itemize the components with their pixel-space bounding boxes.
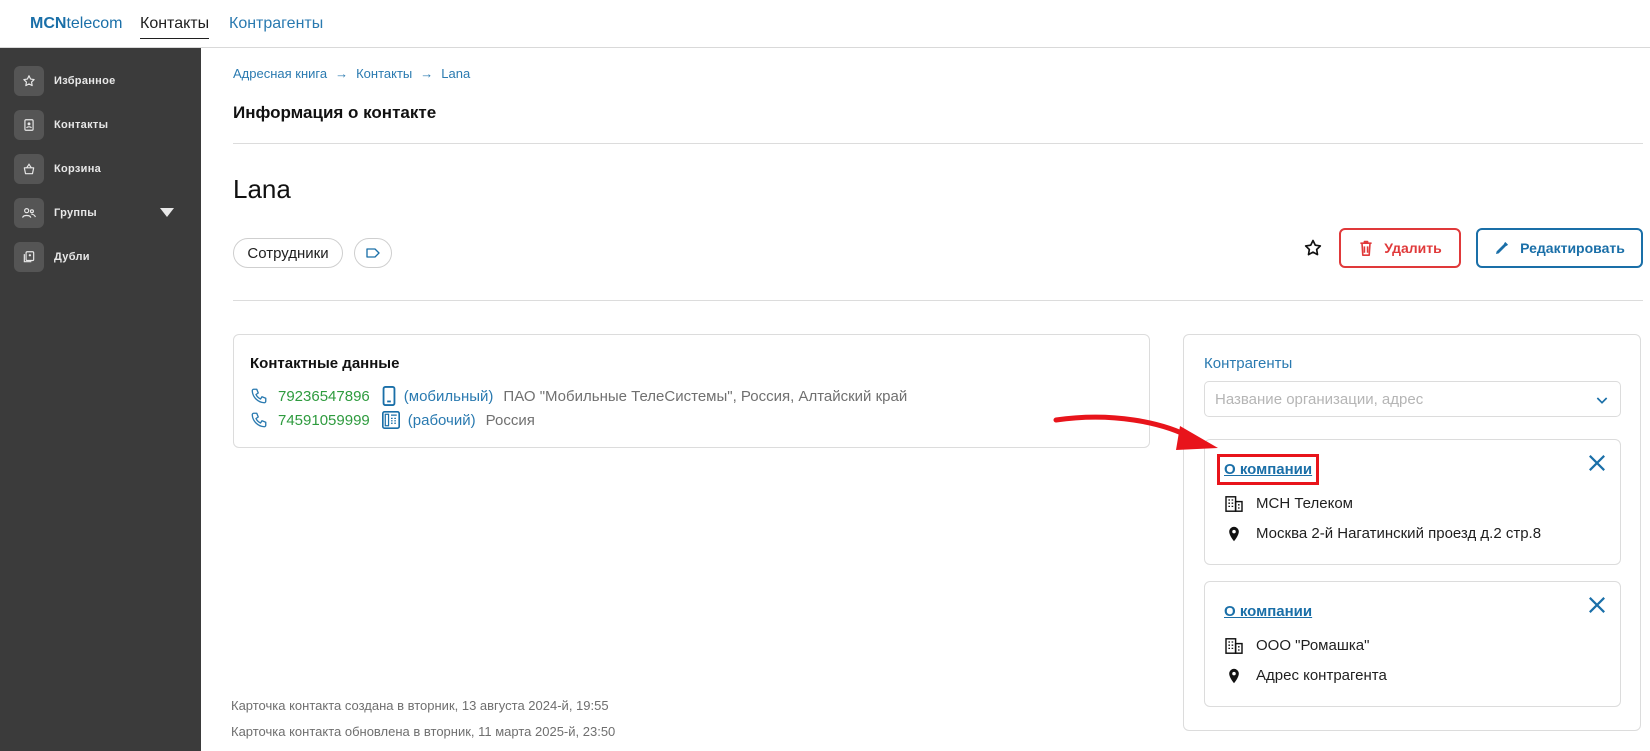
location-pin-icon — [1224, 526, 1244, 542]
divider — [233, 143, 1643, 144]
updated-timestamp: Карточка контакта обновлена в вторник, 1… — [231, 724, 616, 739]
sidebar-item-duplicates[interactable]: Дубли — [14, 242, 194, 272]
group-chip[interactable]: Сотрудники — [233, 238, 343, 268]
counterparty-search-input[interactable] — [1215, 382, 1595, 416]
arrow-right-icon: → — [335, 66, 349, 81]
counterparties-card: Контрагенты О компании МСН Телеком Москв… — [1183, 334, 1641, 731]
trash-icon — [1360, 240, 1372, 256]
sidebar-item-groups[interactable]: Группы — [14, 198, 194, 228]
breadcrumb-contacts[interactable]: Контакты — [356, 66, 412, 81]
counterparties-label: Контрагенты — [1204, 355, 1293, 372]
sidebar: Избранное Контакты Корзина Группы Дубли — [0, 48, 201, 751]
counterparty-search-select[interactable] — [1204, 381, 1621, 417]
app-logo[interactable]: MCNtelecom — [30, 15, 122, 33]
sidebar-item-label: Избранное — [54, 75, 116, 87]
phone-operator: ПАО "Мобильные ТелеСистемы", Россия, Алт… — [503, 387, 908, 405]
people-icon — [14, 198, 44, 228]
sidebar-item-trash[interactable]: Корзина — [14, 154, 194, 184]
breadcrumb: Адресная книга → Контакты → Lana — [233, 66, 470, 81]
breadcrumb-current[interactable]: Lana — [441, 66, 470, 81]
delete-button-label: Удалить — [1384, 240, 1442, 256]
company-name: МСН Телеком — [1256, 495, 1353, 512]
sidebar-item-label: Группы — [54, 207, 97, 219]
building-icon — [1224, 637, 1244, 654]
building-icon — [1224, 495, 1244, 512]
contact-data-title: Контактные данные — [250, 355, 400, 372]
about-company-link[interactable]: О компании — [1224, 603, 1312, 620]
top-bar: MCNtelecom Контакты Контрагенты — [0, 0, 1650, 48]
contact-name: Lana — [233, 174, 291, 204]
phone-number[interactable]: 74591059999 — [278, 412, 370, 429]
arrow-right-icon: → — [420, 66, 434, 81]
close-icon[interactable] — [1588, 596, 1606, 619]
phone-icon — [251, 412, 267, 428]
chevron-down-icon[interactable] — [1594, 392, 1610, 413]
company-card: О компании МСН Телеком Москва 2-й Нагати… — [1204, 439, 1621, 565]
phone-type: (рабочий) — [407, 411, 476, 429]
top-nav-counterparties[interactable]: Контрагенты — [229, 15, 323, 33]
phone-number[interactable]: 79236547896 — [278, 388, 370, 405]
location-pin-icon — [1224, 668, 1244, 684]
page-title: Информация о контакте — [233, 103, 437, 122]
delete-button[interactable]: Удалить — [1339, 228, 1461, 268]
sidebar-item-favorites[interactable]: Избранное — [14, 66, 194, 96]
created-timestamp: Карточка контакта создана в вторник, 13 … — [231, 698, 609, 713]
contact-card-icon — [14, 110, 44, 140]
sidebar-item-label: Дубли — [54, 251, 90, 263]
company-name-row: ООО "Ромашка" — [1224, 637, 1369, 654]
company-name: ООО "Ромашка" — [1256, 637, 1370, 654]
edit-button[interactable]: Редактировать — [1476, 228, 1643, 268]
mobile-phone-icon — [382, 386, 396, 406]
company-card: О компании ООО "Ромашка" Адрес контраген… — [1204, 581, 1621, 707]
desk-phone-icon — [381, 411, 400, 429]
sidebar-item-contacts[interactable]: Контакты — [14, 110, 194, 140]
divider — [233, 300, 1643, 301]
company-address: Адрес контрагента — [1256, 667, 1387, 684]
star-icon — [14, 66, 44, 96]
tag-icon — [366, 248, 380, 258]
chevron-down-icon[interactable] — [160, 208, 174, 217]
add-tag-button[interactable] — [354, 238, 392, 268]
top-nav-contacts[interactable]: Контакты — [140, 15, 210, 39]
basket-icon — [14, 154, 44, 184]
favorite-star-icon[interactable] — [1303, 238, 1323, 258]
phone-row: 74591059999 (рабочий) Россия — [250, 409, 535, 431]
contact-data-card: Контактные данные 79236547896 (мобильный… — [233, 334, 1150, 448]
annotation-arrow-icon — [1053, 414, 1218, 450]
about-company-link[interactable]: О компании — [1216, 454, 1320, 485]
pencil-icon — [1496, 242, 1509, 254]
phone-row: 79236547896 (мобильный) ПАО "Мобильные Т… — [250, 385, 907, 407]
phone-operator: Россия — [485, 411, 535, 429]
sidebar-item-label: Корзина — [54, 163, 102, 175]
company-name-row: МСН Телеком — [1224, 495, 1353, 512]
phone-type: (мобильный) — [403, 387, 494, 405]
company-address: Москва 2-й Нагатинский проезд д.2 стр.8 — [1256, 525, 1542, 542]
phone-icon — [251, 388, 267, 404]
company-address-row: Москва 2-й Нагатинский проезд д.2 стр.8 — [1224, 525, 1541, 542]
company-address-row: Адрес контрагента — [1224, 667, 1387, 684]
breadcrumb-address-book[interactable]: Адресная книга — [233, 66, 327, 81]
edit-button-label: Редактировать — [1520, 240, 1625, 256]
sidebar-item-label: Контакты — [54, 119, 109, 131]
duplicates-icon — [14, 242, 44, 272]
close-icon[interactable] — [1588, 454, 1606, 477]
